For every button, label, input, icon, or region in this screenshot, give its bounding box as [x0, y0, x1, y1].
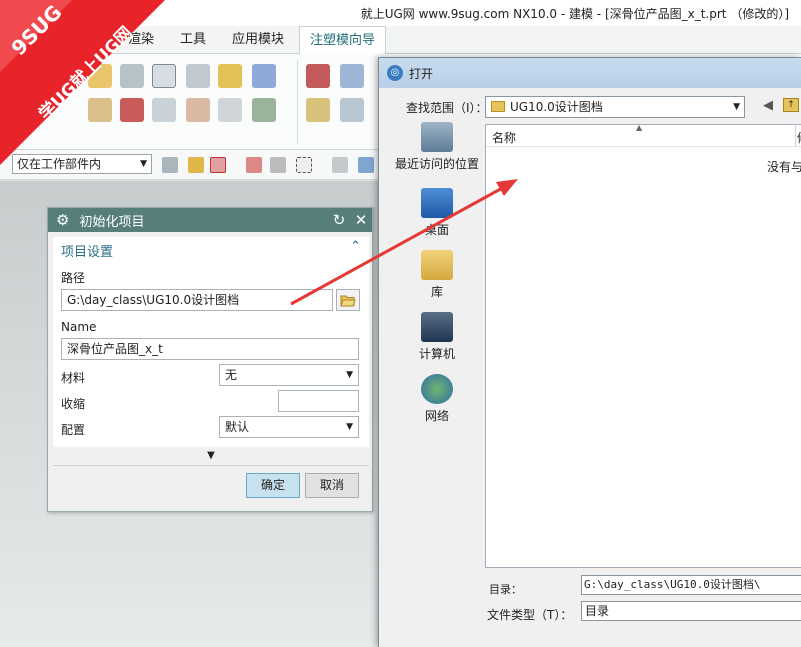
shrink-field[interactable] [278, 390, 359, 412]
chevron-down-icon: ▼ [733, 102, 740, 112]
column-modified-header[interactable]: 修 [797, 129, 801, 146]
material-label: 材料 [61, 371, 86, 385]
place-computer[interactable]: 计算机 [387, 312, 487, 362]
place-libraries[interactable]: 库 [387, 250, 487, 300]
tab-mold-wizard[interactable]: 注塑模向导 [299, 26, 387, 54]
init-dialog-title: 初始化项目 [79, 214, 145, 230]
parting-tool-icon[interactable] [306, 64, 330, 88]
place-desktop[interactable]: 桌面 [387, 188, 487, 238]
init-project-dialog: ⚙ 初始化项目 ↻ ✕ 项目设置 ⌃ 路径 G:\day_class\UG10.… [47, 207, 373, 512]
look-in-value: UG10.0设计图档 [510, 100, 603, 114]
gear-icon[interactable]: ⚙ [56, 211, 69, 229]
up-folder-icon[interactable]: ↑ [783, 98, 799, 112]
places-bar: 最近访问的位置 桌面 库 计算机 网络 [387, 122, 487, 432]
window-title: 就上UG网 www.9sug.com NX10.0 - 建模 - [深骨位产品图… [360, 6, 789, 21]
cancel-button[interactable]: 取消 [305, 473, 359, 498]
tab-application[interactable]: 应用模块 [232, 26, 284, 54]
place-network[interactable]: 网络 [387, 374, 487, 424]
chevron-down-icon: ▼ [346, 370, 353, 380]
chevron-up-icon[interactable]: ⌃ [350, 239, 361, 254]
init-dialog-title-bar: ⚙ 初始化项目 ↻ ✕ [48, 208, 372, 232]
back-arrow-icon[interactable]: ◀ [763, 98, 773, 113]
mold-base-icon[interactable] [186, 64, 210, 88]
file-type-select[interactable]: 目录 [581, 601, 801, 621]
name-label: Name [61, 320, 97, 334]
empty-list-message: 没有与 [767, 160, 801, 174]
close-icon[interactable]: ✕ [350, 211, 372, 229]
folder-icon [491, 101, 505, 112]
place-label: 网络 [424, 409, 449, 423]
select-feature-icon[interactable] [188, 157, 204, 173]
list-header: 名称 ▲ 修 [486, 123, 801, 147]
config-label: 配置 [61, 423, 86, 437]
recent-places-icon [421, 122, 453, 152]
material-select[interactable]: 无 ▼ [219, 364, 359, 386]
chevron-down-icon: ▼ [346, 422, 353, 432]
open-dialog-title-bar: ◎ 打开 [379, 58, 801, 88]
look-in-label: 查找范围（I）： [406, 101, 488, 115]
repair-tool-icon[interactable] [306, 98, 330, 122]
snap-mid-icon[interactable] [270, 157, 286, 173]
directory-field[interactable]: G:\day_class\UG10.0设计图档\ [581, 575, 801, 595]
app-icon: ◎ [387, 65, 403, 81]
file-list[interactable]: 名称 ▲ 修 没有与 [485, 123, 801, 568]
place-recent[interactable]: 最近访问的位置 [387, 122, 487, 172]
column-divider[interactable] [795, 125, 796, 147]
name-field[interactable]: 深骨位产品图_x_t [61, 338, 359, 360]
pocket-icon[interactable] [218, 98, 242, 122]
browse-folder-button[interactable] [336, 289, 360, 311]
column-name-header[interactable]: 名称 [492, 129, 516, 146]
dialog-divider [53, 465, 369, 466]
reset-icon[interactable]: ↻ [328, 211, 350, 229]
runner-icon[interactable] [186, 98, 210, 122]
shrink-label: 收缩 [61, 397, 86, 411]
check-region-icon[interactable] [340, 64, 364, 88]
tab-tools[interactable]: 工具 [180, 26, 206, 54]
desktop-icon [421, 188, 453, 218]
expand-more-icon[interactable]: ▼ [48, 450, 374, 461]
render-mode-icon[interactable] [332, 157, 348, 173]
look-in-select[interactable]: UG10.0设计图档 ▼ [485, 96, 745, 118]
config-select[interactable]: 默认 ▼ [219, 416, 359, 438]
open-file-dialog: ◎ 打开 查找范围（I）： UG10.0设计图档 ▼ ◀ ↑ 最近访问的位置 桌… [378, 57, 801, 647]
network-icon [421, 374, 453, 404]
project-settings-section: 项目设置 ⌃ 路径 G:\day_class\UG10.0设计图档 Name 深… [53, 237, 369, 447]
view-manager-icon[interactable] [252, 98, 276, 122]
slider-icon[interactable] [252, 64, 276, 88]
computer-icon [421, 312, 453, 342]
libraries-icon [421, 250, 453, 280]
snap-point-icon[interactable] [210, 157, 226, 173]
site-watermark: 9SUG 学UG就上UG网 [0, 0, 165, 165]
config-value: 默认 [225, 420, 250, 434]
sort-up-icon: ▲ [636, 123, 643, 132]
view-cube-icon[interactable] [358, 157, 374, 173]
snap-end-icon[interactable] [246, 157, 262, 173]
ejector-icon[interactable] [218, 64, 242, 88]
material-value: 无 [225, 368, 238, 382]
place-label: 库 [430, 285, 443, 299]
open-folder-icon [340, 295, 356, 306]
directory-label: 目录： [489, 583, 522, 596]
place-label: 桌面 [424, 223, 449, 237]
draft-analysis-icon[interactable] [340, 98, 364, 122]
section-title[interactable]: 项目设置 [61, 241, 113, 260]
open-dialog-title: 打开 [409, 66, 434, 81]
path-field[interactable]: G:\day_class\UG10.0设计图档 [61, 289, 333, 311]
box-select-icon[interactable] [296, 157, 312, 173]
file-type-label: 文件类型（T）： [487, 608, 573, 622]
place-label: 计算机 [418, 347, 455, 361]
ribbon-separator [297, 60, 298, 144]
place-label: 最近访问的位置 [394, 157, 479, 171]
path-label: 路径 [61, 271, 86, 285]
ok-button[interactable]: 确定 [246, 473, 300, 498]
